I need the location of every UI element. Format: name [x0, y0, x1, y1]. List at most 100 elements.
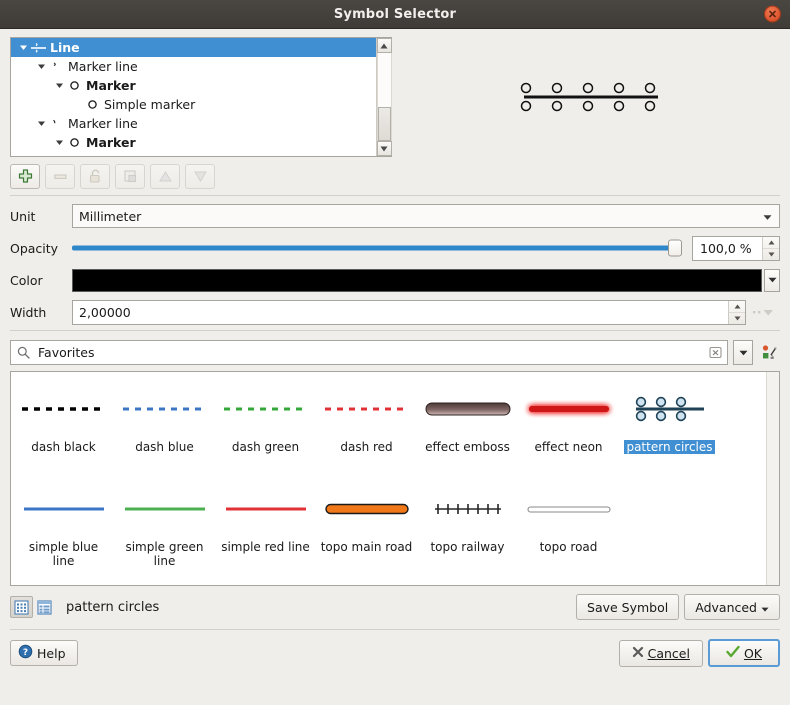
- ok-label: OK: [743, 645, 762, 661]
- width-row: Width 2,00000: [10, 299, 780, 325]
- expander-icon[interactable]: [35, 119, 48, 128]
- scroll-up-arrow-icon[interactable]: [376, 38, 392, 53]
- tree-scrollbar-thumb[interactable]: [377, 107, 391, 141]
- width-value: 2,00000: [79, 304, 131, 320]
- ok-button[interactable]: OK: [707, 639, 780, 667]
- symbol-gallery[interactable]: dash black dash blue dash green dash red…: [10, 371, 780, 586]
- scroll-down-arrow-icon[interactable]: [376, 141, 392, 156]
- expander-icon[interactable]: [53, 138, 66, 147]
- cancel-button[interactable]: Cancel: [618, 639, 703, 667]
- gallery-item[interactable]: effect neon: [518, 378, 619, 478]
- gallery-item[interactable]: simple red line: [215, 478, 316, 578]
- title-bar: Symbol Selector: [0, 0, 790, 29]
- add-symbol-layer-button[interactable]: [10, 164, 40, 189]
- color-dropdown-button[interactable]: [764, 268, 780, 292]
- arrow-up-icon[interactable]: [150, 164, 180, 189]
- opacity-slider-groove: [72, 245, 682, 251]
- symbol-layer-tree[interactable]: Line Marker line Marker Simple marker Ma…: [10, 37, 392, 157]
- cancel-label: Cancel: [647, 645, 690, 661]
- tree-scrollbar-track[interactable]: [376, 53, 392, 141]
- marker-line-icon: [48, 117, 65, 131]
- dashed-line-icon: [316, 378, 417, 440]
- spinner-down-icon[interactable]: [729, 311, 745, 324]
- remove-symbol-layer-button[interactable]: [45, 164, 75, 189]
- tree-row[interactable]: Marker: [11, 133, 376, 152]
- gallery-bottom-bar: pattern circles Save Symbol Advanced: [10, 591, 780, 623]
- symbol-gallery-grid: dash black dash blue dash green dash red…: [13, 378, 777, 578]
- arrow-down-icon[interactable]: [185, 164, 215, 189]
- expander-icon[interactable]: [17, 43, 30, 52]
- duplicate-icon[interactable]: [115, 164, 145, 189]
- gallery-item[interactable]: pattern circles: [619, 378, 720, 478]
- grid-view-icon[interactable]: [10, 596, 33, 618]
- gallery-item-label: dash red: [340, 440, 393, 454]
- spinner-up-icon[interactable]: [729, 301, 745, 312]
- spinner-up-icon[interactable]: [763, 237, 779, 248]
- tree-row[interactable]: Simple marker: [11, 95, 376, 114]
- symbol-structure-area: Line Marker line Marker Simple marker Ma…: [10, 37, 780, 157]
- gallery-item-label: dash green: [231, 440, 300, 454]
- gallery-item[interactable]: dash black: [13, 378, 114, 478]
- width-spinner-arrows[interactable]: [728, 300, 745, 324]
- tree-row[interactable]: Line: [11, 38, 376, 57]
- opacity-slider[interactable]: [72, 236, 682, 260]
- tree-row[interactable]: Marker line: [11, 57, 376, 76]
- opacity-spinner-arrows[interactable]: [762, 236, 779, 260]
- opacity-slider-handle[interactable]: [668, 239, 682, 257]
- gallery-item-label: effect emboss: [425, 440, 510, 454]
- symbol-preview: [402, 37, 780, 157]
- gallery-item[interactable]: dash green: [215, 378, 316, 478]
- gallery-item[interactable]: dash red: [316, 378, 417, 478]
- tree-row[interactable]: Marker line: [11, 114, 376, 133]
- style-manager-icon[interactable]: a: [758, 340, 780, 365]
- gallery-item[interactable]: effect emboss: [417, 378, 518, 478]
- gallery-item[interactable]: topo road: [518, 478, 619, 578]
- cancel-x-icon: [632, 646, 644, 661]
- spinner-down-icon[interactable]: [763, 247, 779, 260]
- opacity-spinbox[interactable]: 100,0 %: [692, 235, 780, 261]
- list-view-icon[interactable]: [33, 596, 56, 618]
- dialog-button-box: ? Help Cancel OK: [0, 630, 790, 667]
- dashed-line-icon: [13, 378, 114, 440]
- filter-dropdown-button[interactable]: [733, 340, 753, 365]
- color-row: Color: [10, 268, 780, 292]
- width-data-defined-override-button[interactable]: [750, 307, 780, 317]
- clear-icon[interactable]: [707, 346, 723, 359]
- gallery-scrollbar[interactable]: [766, 372, 779, 585]
- gallery-item[interactable]: simple blue line: [13, 478, 114, 578]
- color-swatch[interactable]: [72, 268, 762, 292]
- advanced-label: Advanced: [695, 599, 757, 615]
- tree-row-label: Marker line: [68, 59, 138, 74]
- neon-line-icon: [518, 378, 619, 440]
- lock-icon[interactable]: [80, 164, 110, 189]
- gallery-item-label: dash blue: [135, 440, 194, 454]
- tree-row-label: Marker: [86, 78, 136, 93]
- expander-icon[interactable]: [53, 81, 66, 90]
- dashed-line-icon: [215, 378, 316, 440]
- save-symbol-button[interactable]: Save Symbol: [576, 594, 680, 620]
- unit-select[interactable]: Millimeter: [72, 204, 780, 228]
- line-symbol-icon: [30, 41, 47, 55]
- tree-scrollbar[interactable]: [376, 38, 392, 156]
- gallery-item[interactable]: dash blue: [114, 378, 215, 478]
- road-line-icon: [316, 478, 417, 540]
- gallery-item[interactable]: topo railway: [417, 478, 518, 578]
- gallery-item[interactable]: simple green line: [114, 478, 215, 578]
- unit-label: Unit: [10, 208, 36, 224]
- pattern-circles-icon: [619, 378, 720, 440]
- help-label: Help: [37, 645, 66, 661]
- width-input[interactable]: 2,00000: [72, 299, 746, 325]
- symbol-layer-tree-list[interactable]: Line Marker line Marker Simple marker Ma…: [11, 38, 376, 156]
- gallery-item[interactable]: topo main road: [316, 478, 417, 578]
- svg-text:?: ?: [23, 648, 28, 658]
- search-input[interactable]: Favorites: [10, 340, 728, 365]
- solid-line-icon: [215, 478, 316, 540]
- help-button[interactable]: ? Help: [10, 640, 78, 666]
- gallery-item-label: pattern circles: [624, 440, 715, 454]
- advanced-button[interactable]: Advanced: [684, 594, 780, 620]
- close-icon[interactable]: [764, 5, 781, 23]
- opacity-label: Opacity: [10, 240, 59, 256]
- tree-row[interactable]: Marker: [11, 76, 376, 95]
- emboss-line-icon: [417, 378, 518, 440]
- expander-icon[interactable]: [35, 62, 48, 71]
